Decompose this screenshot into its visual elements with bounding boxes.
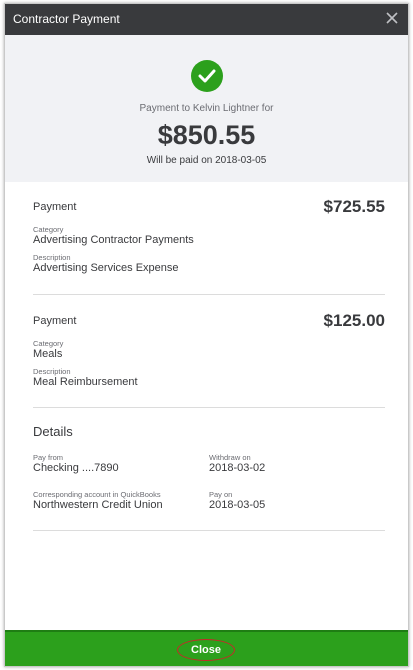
paid-on-line: Will be paid on 2018-03-05	[146, 155, 267, 166]
corresponding-account-value: Northwestern Credit Union	[33, 499, 163, 511]
details-heading: Details	[33, 424, 73, 439]
description-value: Meal Reimbursement	[33, 376, 138, 388]
payment-line-2: Payment $125.00 Category Meals Descripti…	[33, 311, 385, 395]
dialog-footer: Close	[5, 630, 408, 666]
category-label: Category	[33, 339, 64, 348]
dialog-titlebar: Contractor Payment	[5, 4, 408, 35]
close-button[interactable]: Close	[177, 639, 235, 661]
description-label: Description	[33, 253, 71, 262]
category-label: Category	[33, 225, 64, 234]
close-icon[interactable]	[382, 8, 402, 28]
payment-line-1: Payment $725.55 Category Advertising Con…	[33, 197, 385, 281]
payment-line-amount: $725.55	[323, 197, 385, 216]
dialog-title: Contractor Payment	[13, 12, 120, 26]
total-amount: $850.55	[157, 120, 256, 150]
corresponding-account-group: Corresponding account in QuickBooks Nort…	[33, 490, 205, 511]
payment-line-amount: $125.00	[323, 311, 385, 330]
payee-line: Payment to Kelvin Lightner for	[139, 103, 274, 114]
withdraw-on-group: Withdraw on 2018-03-02	[209, 453, 379, 474]
divider	[33, 407, 385, 408]
corresponding-account-label: Corresponding account in QuickBooks	[33, 490, 161, 499]
details-section: Details Pay from Checking ....7890 Withd…	[33, 424, 385, 524]
pay-on-value: 2018-03-05	[209, 499, 266, 511]
withdraw-on-label: Withdraw on	[209, 453, 251, 462]
category-value: Advertising Contractor Payments	[33, 234, 194, 246]
description-value: Advertising Services Expense	[33, 262, 179, 274]
pay-from-group: Pay from Checking ....7890	[33, 453, 203, 474]
payment-summary: Payment to Kelvin Lightner for $850.55 W…	[5, 35, 408, 182]
category-value: Meals	[33, 348, 63, 360]
divider	[33, 294, 385, 295]
pay-from-label: Pay from	[33, 453, 64, 462]
divider	[33, 530, 385, 531]
pay-on-label: Pay on	[209, 490, 233, 499]
withdraw-on-value: 2018-03-02	[209, 462, 266, 474]
check-circle-icon	[191, 60, 223, 92]
pay-from-value: Checking ....7890	[33, 462, 119, 474]
contractor-payment-dialog: Contractor Payment Payment to Kelvin Lig…	[4, 3, 409, 667]
description-label: Description	[33, 367, 71, 376]
pay-on-group: Pay on 2018-03-05	[209, 490, 379, 511]
